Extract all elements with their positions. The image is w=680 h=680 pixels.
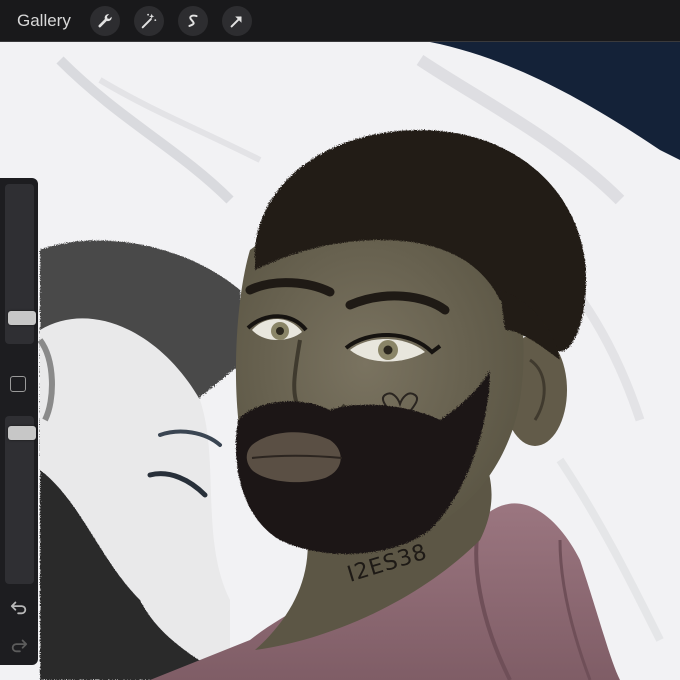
adjustments-button[interactable] [133, 6, 164, 36]
wrench-icon [98, 14, 112, 28]
left-sidebar [0, 178, 38, 665]
modify-button[interactable] [10, 376, 26, 392]
arrow-cursor-icon [230, 16, 242, 28]
brush-size-thumb[interactable] [8, 310, 36, 325]
transform-button[interactable] [221, 6, 252, 36]
selection-button[interactable] [177, 6, 208, 36]
magic-wand-icon [141, 13, 157, 29]
artwork: I2ES38 [0, 42, 680, 680]
brush-size-slider[interactable] [5, 184, 36, 344]
opacity-thumb[interactable] [8, 425, 36, 440]
toolbar-divider [0, 41, 680, 42]
top-toolbar: Gallery [0, 0, 680, 42]
redo-arrow-icon[interactable] [10, 636, 28, 654]
gallery-button[interactable]: Gallery [17, 11, 71, 31]
undo-arrow-icon[interactable] [10, 598, 28, 616]
opacity-slider[interactable] [5, 416, 36, 584]
selection-s-icon [188, 14, 198, 27]
actions-button[interactable] [89, 6, 120, 36]
drawing-canvas[interactable]: I2ES38 [0, 42, 680, 680]
